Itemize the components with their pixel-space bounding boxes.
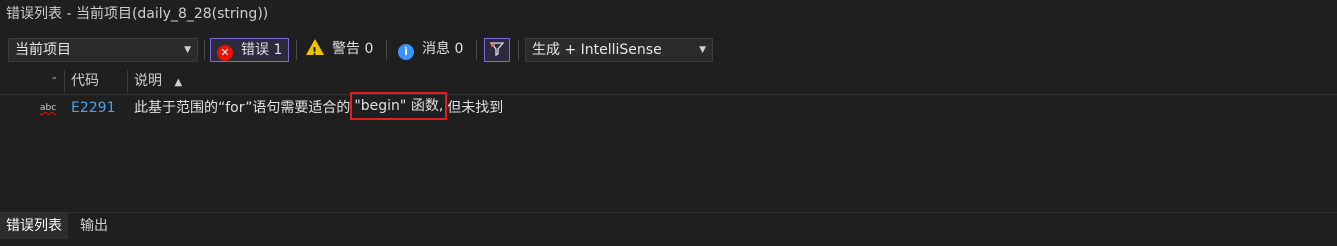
error-description-text: 此基于范围的“for”语句需要适合的 <box>134 100 351 116</box>
messages-filter-label: 消息 0 <box>422 41 464 57</box>
tab-error-list[interactable]: 错误列表 <box>0 213 68 239</box>
toolbar: 当前项目 ▼ ✕ 错误 1 ! 警告 0 i 消息 0 生成 + IntelliSen… <box>0 36 1337 66</box>
errors-filter-button[interactable]: ✕ 错误 1 <box>210 38 290 62</box>
toolbar-separator <box>518 40 519 60</box>
table-row[interactable]: abc E2291 此基于范围的“for”语句需要适合的 "begin" 函数, 但… <box>0 92 1337 120</box>
column-divider[interactable] <box>127 70 128 92</box>
warnings-filter-button[interactable]: ! 警告 0 <box>300 38 379 62</box>
build-source-value: 生成 + IntelliSense <box>532 42 662 58</box>
warnings-filter-label: 警告 0 <box>332 41 374 57</box>
window-title: 错误列表 - 当前项目(daily_8_28(string)) <box>6 6 269 22</box>
highlighted-begin-function: "begin" 函数, <box>350 92 448 120</box>
info-icon: i <box>398 44 414 60</box>
toolbar-separator <box>386 40 387 60</box>
sort-ascending-icon: ▲ <box>174 77 183 88</box>
filter-icon[interactable] <box>484 38 510 62</box>
error-description-text-tail: 但未找到 <box>447 100 504 116</box>
build-source-dropdown[interactable]: 生成 + IntelliSense ▼ <box>525 38 713 62</box>
warning-icon: ! <box>306 39 324 58</box>
error-list-panel: 错误列表 - 当前项目(daily_8_28(string)) 当前项目 ▼ ✕… <box>0 0 1337 246</box>
column-header-code[interactable]: 代码 <box>71 68 99 94</box>
scope-dropdown-value: 当前项目 <box>15 42 71 58</box>
errors-filter-label: 错误 1 <box>241 42 283 58</box>
column-header-row: ⁼ 代码 说明 ▲ <box>0 68 1337 95</box>
scope-dropdown[interactable]: 当前项目 ▼ <box>8 38 198 62</box>
toolbar-separator <box>204 40 205 60</box>
column-header-description[interactable]: 说明 ▲ <box>134 68 182 94</box>
intellisense-error-icon: abc <box>40 103 57 113</box>
column-header-description-label: 说明 <box>134 73 162 89</box>
error-description: 此基于范围的“for”语句需要适合的 "begin" 函数, 但未找到 <box>134 92 504 120</box>
error-icon: ✕ <box>217 45 233 61</box>
error-code-link[interactable]: E2291 <box>71 96 115 120</box>
bottom-tab-bar: 错误列表 输出 <box>0 212 1337 239</box>
column-chooser-icon[interactable]: ⁼ <box>52 68 57 94</box>
chevron-down-icon: ▼ <box>699 45 706 55</box>
tab-output[interactable]: 输出 <box>74 213 114 239</box>
toolbar-separator <box>476 40 477 60</box>
column-divider[interactable] <box>64 70 65 92</box>
chevron-down-icon: ▼ <box>184 45 191 55</box>
toolbar-separator <box>296 40 297 60</box>
messages-filter-button[interactable]: i 消息 0 <box>392 38 469 62</box>
